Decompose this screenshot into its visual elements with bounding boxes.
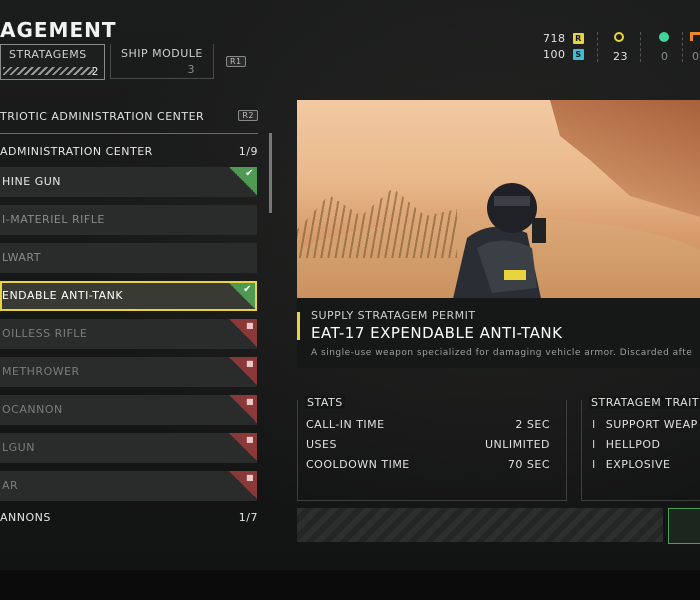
stratagem-item-selected[interactable]: ENDABLE ANTI-TANK ✔ bbox=[0, 281, 257, 311]
stratagem-preview-image bbox=[297, 100, 700, 298]
stratagem-name: HINE GUN bbox=[2, 175, 61, 188]
next-category-button[interactable]: R2 bbox=[238, 110, 258, 121]
lock-icon: ■ bbox=[229, 395, 257, 423]
divider bbox=[640, 32, 641, 62]
trait-label: SUPPORT WEAP bbox=[605, 418, 698, 431]
category-count: 1/7 bbox=[238, 511, 258, 524]
stratagem-item[interactable]: OILLESS RIFLE ■ bbox=[0, 319, 257, 349]
samples-green-value: 0 bbox=[661, 50, 669, 63]
stratagem-name: METHROWER bbox=[2, 365, 80, 378]
stratagem-item[interactable]: HINE GUN ✔ bbox=[0, 167, 257, 197]
stratagem-name: LWART bbox=[2, 251, 41, 264]
tab-count: 3 bbox=[187, 63, 195, 76]
stratagem-item[interactable]: LGUN ■ bbox=[0, 433, 257, 463]
samples-orange-value: 0 bbox=[692, 50, 700, 63]
requisition-value: 718 bbox=[543, 32, 566, 45]
samples-green-icon bbox=[659, 32, 669, 42]
stat-row: CALL-IN TIME 2 SEC bbox=[306, 418, 550, 431]
divider bbox=[682, 32, 683, 62]
stat-value: 70 SEC bbox=[507, 458, 550, 471]
stat-row: COOLDOWN TIME 70 SEC bbox=[306, 458, 550, 471]
stratagem-item[interactable]: OCANNON ■ bbox=[0, 395, 257, 425]
category-header[interactable]: ADMINISTRATION CENTER 1/9 bbox=[0, 145, 258, 158]
lock-icon: ■ bbox=[229, 319, 257, 347]
footer bbox=[0, 570, 700, 600]
stratagem-description-panel: SUPPLY STRATAGEM PERMIT EAT-17 EXPENDABL… bbox=[297, 298, 700, 368]
stratagem-name: OILLESS RIFLE bbox=[2, 327, 88, 340]
tab-stratagems[interactable]: STRATAGEMS 2 bbox=[0, 44, 105, 80]
super-credits-icon: S bbox=[573, 49, 584, 60]
list-header-title: TRIOTIC ADMINISTRATION CENTER bbox=[0, 110, 205, 123]
stat-row: USES UNLIMITED bbox=[306, 438, 550, 451]
list-header: TRIOTIC ADMINISTRATION CENTER R2 bbox=[0, 110, 258, 126]
lock-icon: ■ bbox=[229, 357, 257, 385]
permit-label: SUPPLY STRATAGEM PERMIT bbox=[311, 309, 476, 322]
equip-button[interactable] bbox=[668, 508, 700, 544]
trait-item: I HELLPOD bbox=[592, 438, 661, 451]
stat-label: CALL-IN TIME bbox=[306, 418, 385, 431]
stat-value: UNLIMITED bbox=[484, 438, 550, 451]
traits-label: STRATAGEM TRAIT bbox=[589, 396, 700, 409]
stats-label: STATS bbox=[305, 396, 345, 409]
accent-bar bbox=[297, 312, 300, 340]
stratagem-item[interactable]: AR ■ bbox=[0, 471, 257, 501]
requisition-icon: R bbox=[573, 33, 584, 44]
category-label: ADMINISTRATION CENTER bbox=[0, 145, 153, 158]
check-icon: ✔ bbox=[229, 167, 257, 195]
trait-label: EXPLOSIVE bbox=[605, 458, 671, 471]
stratagem-title: EAT-17 EXPENDABLE ANTI-TANK bbox=[311, 324, 563, 342]
stat-value: 2 SEC bbox=[515, 418, 550, 431]
tab-label: SHIP MODULE bbox=[121, 47, 203, 60]
check-icon: ✔ bbox=[229, 283, 255, 309]
category-label: ANNONS bbox=[0, 511, 51, 524]
stratagem-item[interactable]: LWART bbox=[0, 243, 257, 273]
stratagem-name: AR bbox=[2, 479, 19, 492]
tab-count: 2 bbox=[91, 65, 99, 78]
category-header[interactable]: ANNONS 1/7 bbox=[0, 511, 258, 524]
medals-value: 23 bbox=[613, 50, 628, 63]
trait-item: I EXPLOSIVE bbox=[592, 458, 671, 471]
tab-progress-hatch bbox=[3, 67, 94, 75]
tab-ship-module[interactable]: SHIP MODULE 3 bbox=[110, 44, 214, 79]
medals-icon bbox=[614, 32, 624, 42]
trait-item: I SUPPORT WEAP bbox=[592, 418, 698, 431]
stratagem-item[interactable]: METHROWER ■ bbox=[0, 357, 257, 387]
tab-label: STRATAGEMS bbox=[9, 48, 87, 61]
stratagem-name: I-MATERIEL RIFLE bbox=[2, 213, 105, 226]
stratagem-description: A single-use weapon specialized for dama… bbox=[311, 348, 693, 358]
purchase-progress-bar bbox=[297, 508, 663, 542]
next-tab-button[interactable]: R1 bbox=[226, 56, 246, 67]
category-count: 1/9 bbox=[238, 145, 258, 158]
lock-icon: ■ bbox=[229, 433, 257, 461]
stat-label: USES bbox=[306, 438, 337, 451]
trait-label: HELLPOD bbox=[605, 438, 661, 451]
stratagem-name: OCANNON bbox=[2, 403, 63, 416]
helldiver-figure bbox=[453, 183, 546, 298]
divider bbox=[597, 32, 598, 62]
stratagem-name: LGUN bbox=[2, 441, 35, 454]
page-title: AGEMENT bbox=[0, 18, 117, 42]
stratagem-item[interactable]: I-MATERIEL RIFLE bbox=[0, 205, 257, 235]
super-credits-value: 100 bbox=[543, 48, 566, 61]
list-scrollbar[interactable] bbox=[269, 133, 272, 213]
stratagem-name: ENDABLE ANTI-TANK bbox=[2, 289, 124, 302]
lock-icon: ■ bbox=[229, 471, 257, 499]
stat-label: COOLDOWN TIME bbox=[306, 458, 410, 471]
divider bbox=[0, 133, 258, 134]
samples-orange-icon bbox=[690, 32, 700, 41]
